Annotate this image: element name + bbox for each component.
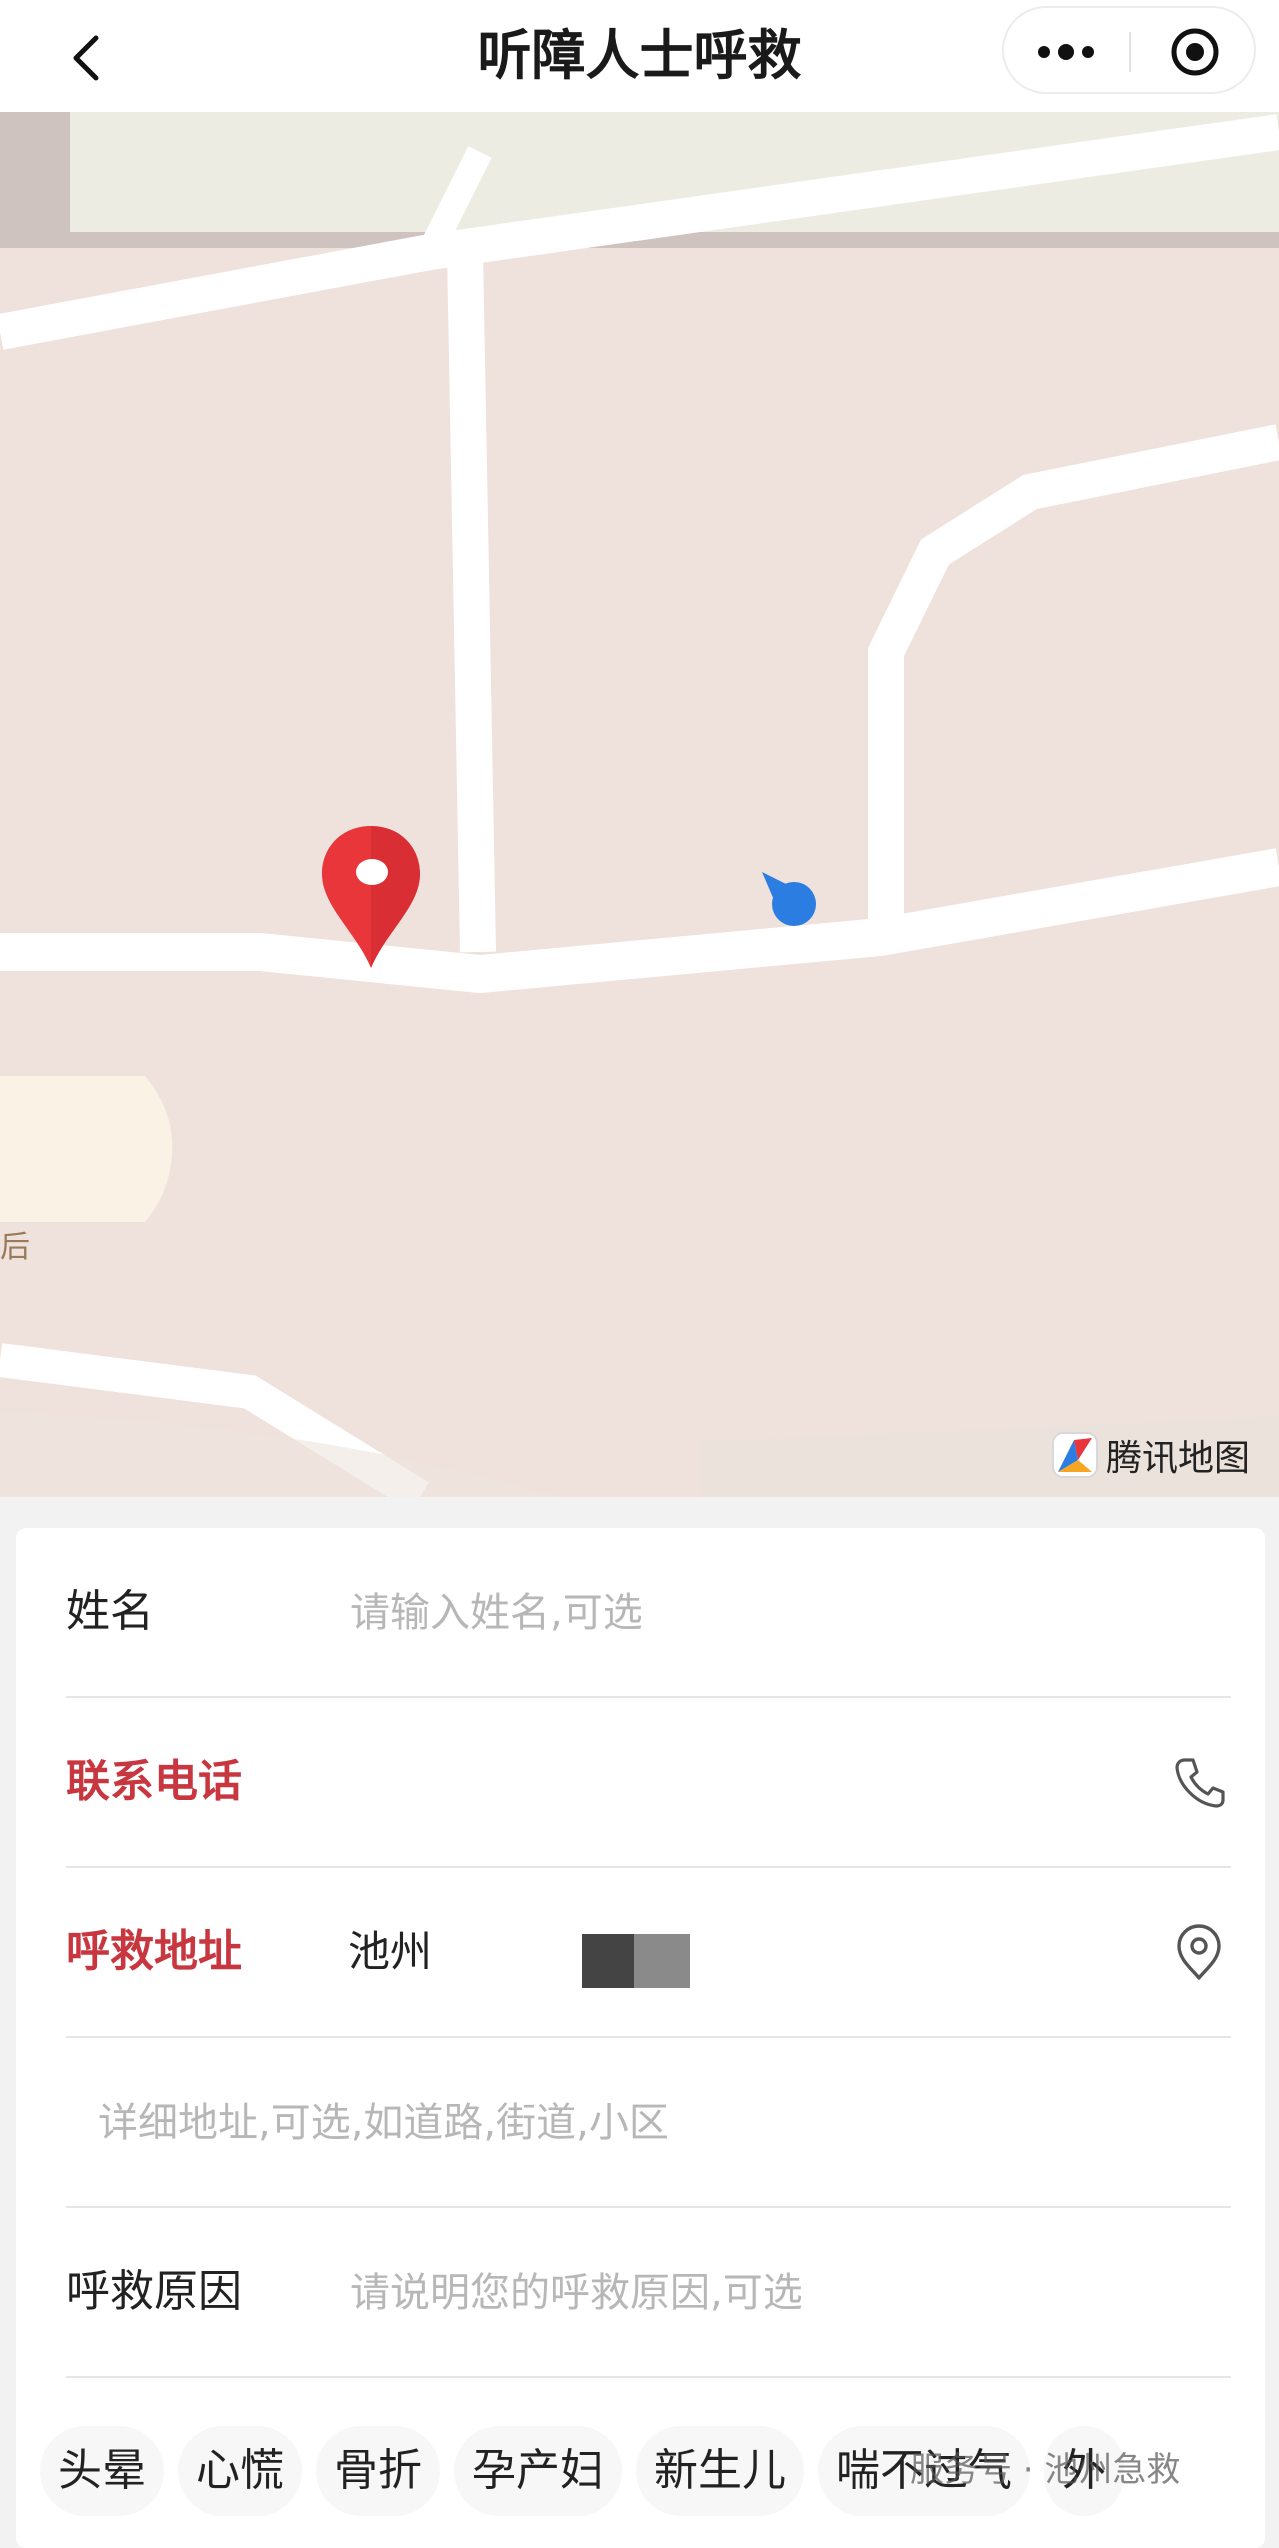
- redacted-block: [582, 1934, 634, 1988]
- my-location-dot-icon: [762, 872, 816, 926]
- close-miniprogram-button[interactable]: [1131, 8, 1256, 92]
- top-nav-bar: 听障人士呼救: [0, 0, 1279, 112]
- detail-address-input[interactable]: [96, 2076, 1200, 2170]
- phone-row: 联系电话: [66, 1698, 1231, 1868]
- phone-label: 联系电话: [66, 1756, 242, 1807]
- tencent-map-logo-icon: [1052, 1432, 1098, 1478]
- name-input[interactable]: [348, 1566, 1132, 1660]
- tag-newborn[interactable]: 新生儿: [636, 2426, 804, 2516]
- tag-fracture[interactable]: 骨折: [316, 2426, 440, 2516]
- watermark: 服务号 · 池州急救: [910, 2450, 1181, 2490]
- target-circle-icon: [1171, 28, 1219, 76]
- location-pin-icon[interactable]: [1167, 1920, 1231, 1984]
- name-row: 姓名: [66, 1528, 1231, 1698]
- address-value[interactable]: 池州: [348, 1868, 432, 2036]
- more-dots-icon: [1058, 44, 1074, 60]
- phone-icon[interactable]: [1167, 1750, 1231, 1814]
- address-row: 呼救地址 池州: [66, 1868, 1231, 2038]
- name-label: 姓名: [66, 1586, 154, 1637]
- rescue-form: 姓名 联系电话 呼救地址 池州 呼救原因 头晕心慌骨折孕产妇新生儿喘不过气外: [16, 1528, 1265, 2548]
- tag-pregnant[interactable]: 孕产妇: [454, 2426, 622, 2516]
- map-base: [0, 112, 1279, 1497]
- reason-input[interactable]: [348, 2246, 1132, 2340]
- address-label: 呼救地址: [66, 1926, 242, 1977]
- reason-row: 呼救原因: [66, 2208, 1231, 2378]
- map-provider-name: 腾讯地图: [1106, 1438, 1251, 1479]
- map-view[interactable]: 后 腾讯地图: [0, 112, 1279, 1497]
- location-pin-icon[interactable]: [316, 822, 426, 972]
- tag-palpitation[interactable]: 心慌: [178, 2426, 302, 2516]
- more-dots-icon: [1082, 46, 1094, 58]
- phone-input[interactable]: [348, 1736, 1132, 1830]
- map-provider-logo: 腾讯地图: [1052, 1430, 1250, 1480]
- detail-address-row: [66, 2038, 1231, 2208]
- more-dots-icon: [1038, 46, 1050, 58]
- more-button[interactable]: [1004, 8, 1129, 92]
- mini-program-capsule: [1002, 6, 1256, 94]
- map-label-fragment: 后: [0, 1230, 30, 1265]
- tag-dizziness[interactable]: 头晕: [40, 2426, 164, 2516]
- reason-label: 呼救原因: [66, 2266, 242, 2317]
- redacted-block: [634, 1934, 690, 1988]
